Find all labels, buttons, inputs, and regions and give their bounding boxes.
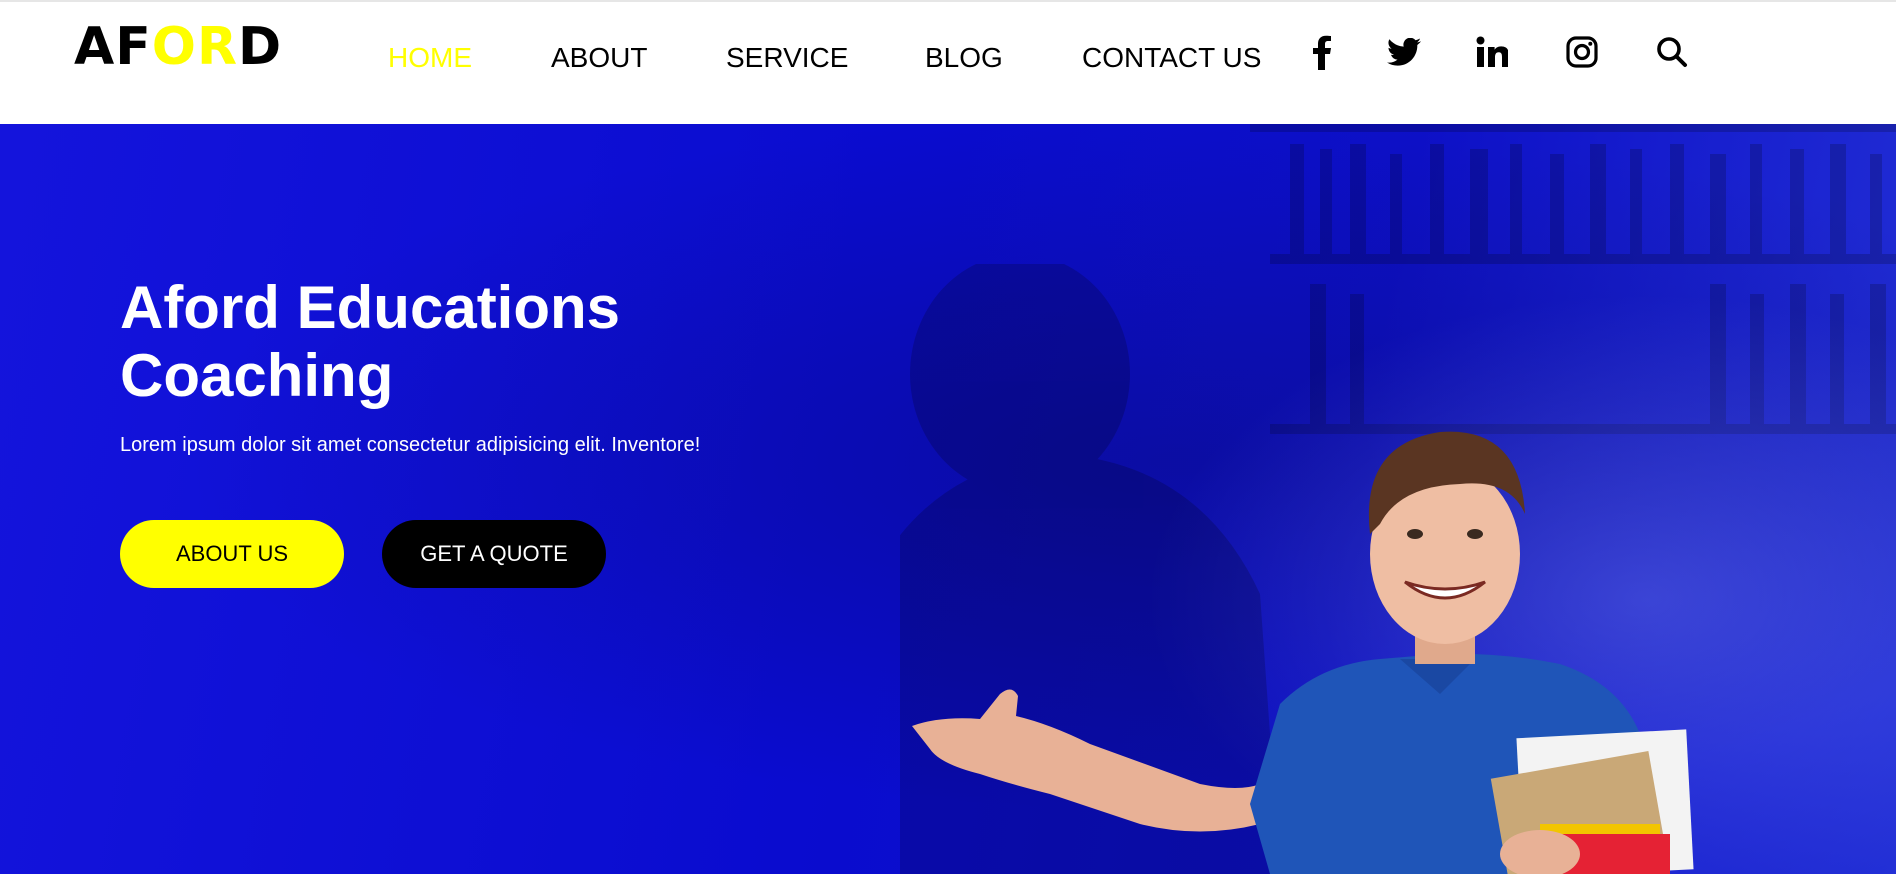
logo[interactable]: AFORD	[74, 16, 282, 78]
logo-text-part1: AF	[74, 17, 152, 77]
instagram-icon[interactable]	[1562, 32, 1602, 72]
logo-text-part3: D	[238, 17, 283, 77]
linkedin-icon[interactable]	[1472, 32, 1512, 72]
hero-subtitle: Lorem ipsum dolor sit amet consectetur a…	[120, 434, 701, 456]
nav-item-home[interactable]: HOME	[388, 40, 472, 76]
search-icon[interactable]	[1652, 32, 1692, 72]
about-us-button[interactable]: ABOUT US	[120, 520, 344, 588]
twitter-icon[interactable]	[1384, 32, 1424, 72]
nav-item-contact-us[interactable]: CONTACT US	[1082, 40, 1261, 76]
nav-item-service[interactable]: SERVICE	[726, 40, 848, 76]
hero-title-line1: Aford Educations	[120, 274, 621, 341]
nav-item-about[interactable]: ABOUT	[551, 40, 647, 76]
get-a-quote-button[interactable]: GET A QUOTE	[382, 520, 606, 588]
hero-section: Aford Educations Coaching Lorem ipsum do…	[0, 124, 1896, 874]
nav-item-blog[interactable]: BLOG	[925, 40, 1003, 76]
hero-title: Aford Educations Coaching	[120, 274, 820, 410]
site-header: AFORD HOME ABOUT SERVICE BLOG CONTACT US	[0, 0, 1896, 124]
hero-title-line2: Coaching	[120, 342, 394, 409]
logo-text-part2: OR	[151, 17, 239, 77]
student-image	[900, 264, 1896, 874]
facebook-icon[interactable]	[1302, 32, 1342, 72]
